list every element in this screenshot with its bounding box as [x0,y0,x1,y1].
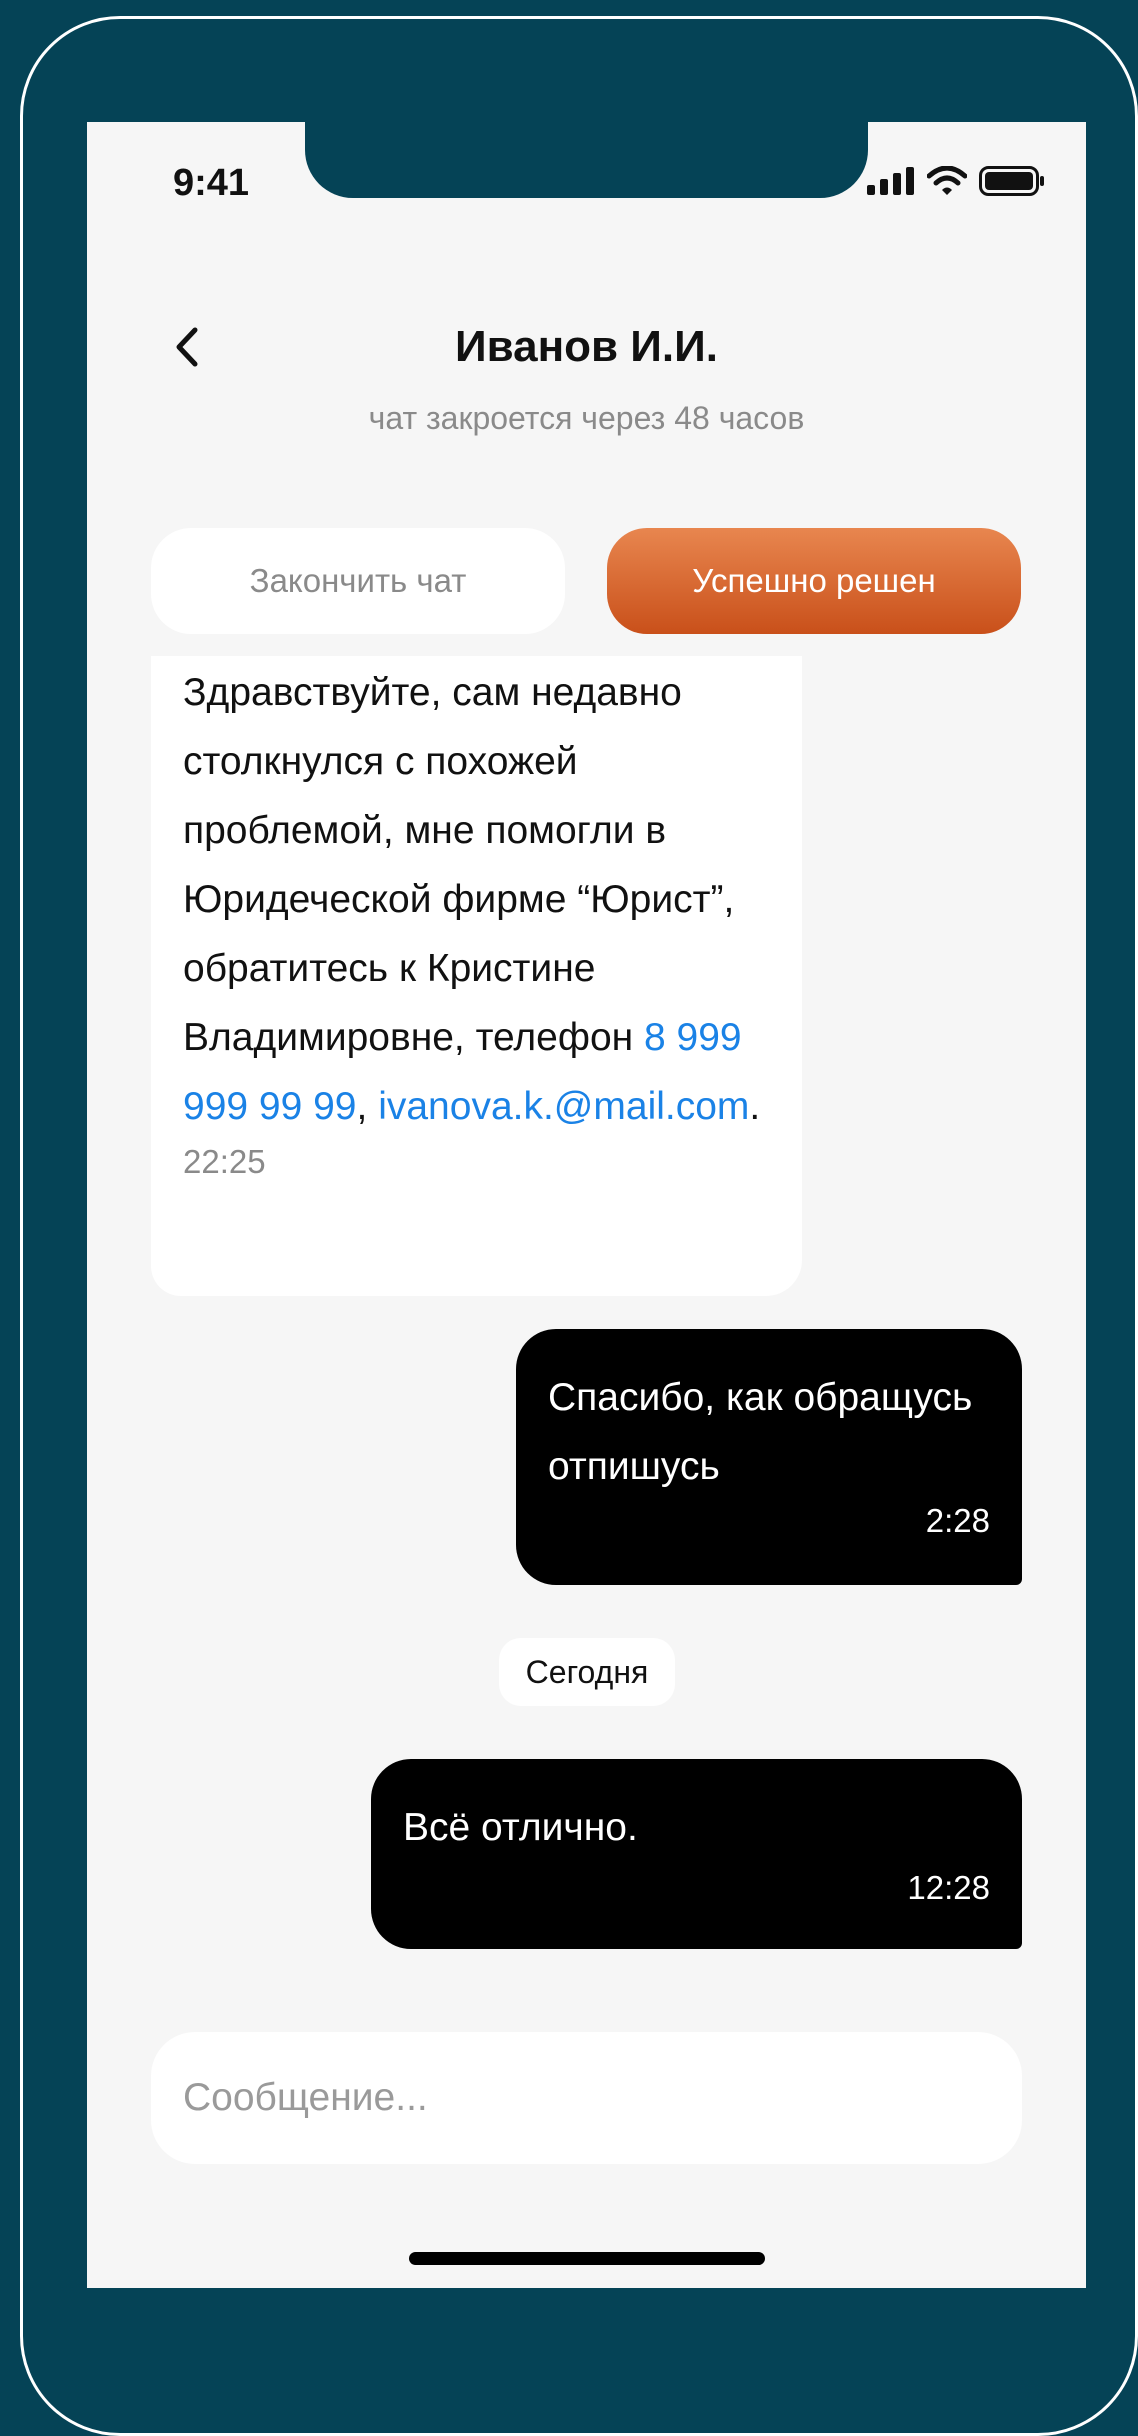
message-time: 22:25 [183,1143,266,1180]
status-icons [867,166,1045,196]
home-indicator[interactable] [409,2252,765,2265]
battery-icon [979,166,1044,196]
end-chat-button[interactable]: Закончить чат [151,528,565,634]
message-text: Спасибо, как обращусь отпишусь [548,1376,973,1488]
incoming-message: Здравствуйте, сам недавно столкнулся с п… [151,656,802,1296]
resolved-button[interactable]: Успешно решен [607,528,1021,634]
message-end: . [749,1085,761,1128]
chat-title: Иванов И.И. [455,322,718,371]
message-text: Здравствуйте, сам недавно столкнулся с п… [183,671,735,1059]
outgoing-message: Всё отлично. 12:28 [371,1759,1022,1949]
message-text: Всё отлично. [403,1806,638,1849]
status-time: 9:41 [173,162,250,204]
email-link[interactable]: ivanova.k.@mail.com [378,1085,749,1128]
message-time: 12:28 [907,1869,990,1906]
message-separator: , [356,1085,368,1128]
outgoing-message: Спасибо, как обращусь отпишусь 2:28 [516,1329,1022,1585]
message-time: 2:28 [925,1502,990,1539]
notch [305,122,868,198]
wifi-icon [927,166,967,195]
phone-screen: 9:41 Иванов И.И. чат закроется через 48 … [87,122,1086,2288]
chat-subtitle: чат закроется через 48 часов [368,400,805,436]
signal-bars-icon [867,167,914,195]
message-input[interactable] [151,2032,1022,2164]
date-divider: Сегодня [499,1638,675,1706]
